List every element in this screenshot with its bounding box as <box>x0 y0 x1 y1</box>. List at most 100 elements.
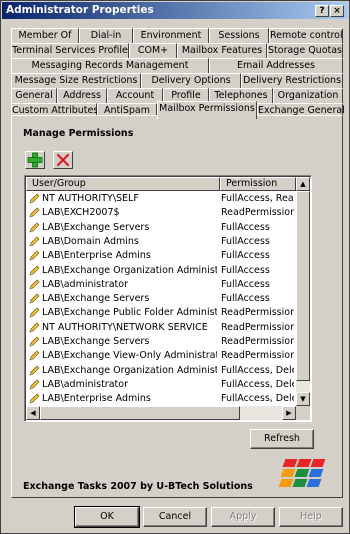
scroll-down-button[interactable]: ▼ <box>296 392 310 406</box>
tab-message-size-restrictions[interactable]: Message Size Restrictions <box>11 73 141 88</box>
list-item[interactable]: NT AUTHORITY\SELF FullAccess, ReadPermiss… <box>26 192 294 206</box>
pencil-icon <box>29 250 40 261</box>
user-group-cell: LAB\Exchange Public Folder Administrator… <box>42 307 217 319</box>
properties-dialog: Administrator Properties ? × Member Of D… <box>0 0 350 534</box>
cancel-button[interactable]: Cancel <box>143 507 207 527</box>
tab-com-plus[interactable]: COM+ <box>129 43 177 58</box>
scroll-left-button[interactable]: ◀ <box>26 406 40 420</box>
user-group-cell: LAB\Exchange Organization Administrators <box>42 364 217 376</box>
tab-account[interactable]: Account <box>107 88 163 103</box>
close-title-button[interactable]: × <box>330 5 344 17</box>
tab-delivery-options[interactable]: Delivery Options <box>141 73 241 88</box>
footer-credit: Exchange Tasks 2007 by U-BTech Solutions <box>23 481 253 492</box>
scroll-up-button[interactable]: ▲ <box>296 177 310 191</box>
vertical-scroll-thumb[interactable] <box>296 191 310 381</box>
list-item[interactable]: LAB\Domain Admins FullAccess <box>26 235 294 249</box>
list-item[interactable]: LAB\Exchange Organization Administrators… <box>26 264 294 278</box>
column-header-user-group[interactable]: User/Group <box>26 177 220 191</box>
tab-email-addresses[interactable]: Email Addresses <box>209 58 343 73</box>
permission-cell: FullAccess, DeleteItem <box>221 393 294 405</box>
pencil-icon <box>29 350 40 361</box>
tab-mailbox-features[interactable]: Mailbox Features <box>177 43 267 58</box>
pencil-icon <box>29 207 40 218</box>
list-item[interactable]: LAB\EXCH2007$ ReadPermission <box>26 206 294 220</box>
list-item[interactable]: LAB\Exchange Organization Administrators… <box>26 364 294 378</box>
vertical-scrollbar[interactable]: ▲ ▼ <box>296 177 310 406</box>
pencil-icon <box>29 379 40 390</box>
pencil-icon <box>29 236 40 247</box>
horizontal-scrollbar[interactable]: ◀ ▶ <box>26 406 296 420</box>
apply-button[interactable]: Apply <box>211 507 275 527</box>
tab-general[interactable]: General <box>11 88 57 103</box>
user-group-cell: LAB\Exchange Servers <box>42 221 150 233</box>
tab-environment[interactable]: Environment <box>133 28 209 43</box>
title-bar: Administrator Properties ? × <box>2 2 348 19</box>
list-item[interactable]: LAB\Exchange Servers FullAccess <box>26 292 294 306</box>
pencil-icon <box>29 307 40 318</box>
red-x-icon <box>56 153 70 167</box>
list-item[interactable]: LAB\Exchange Servers FullAccess <box>26 221 294 235</box>
ok-button[interactable]: OK <box>74 506 140 528</box>
permission-cell: ReadPermission <box>221 207 294 219</box>
column-header-permission[interactable]: Permission <box>220 177 296 191</box>
scrollbar-corner <box>296 406 310 420</box>
permission-cell: ReadPermission <box>221 307 294 319</box>
tab-messaging-records-management[interactable]: Messaging Records Management <box>11 58 209 73</box>
list-item[interactable]: LAB\Exchange Servers ReadPermission <box>26 335 294 349</box>
user-group-cell: NT AUTHORITY\NETWORK SERVICE <box>42 321 208 333</box>
pencil-icon <box>29 293 40 304</box>
list-item[interactable]: LAB\administrator FullAccess, DeleteItem <box>26 378 294 392</box>
list-item[interactable]: LAB\Enterprise Admins FullAccess <box>26 249 294 263</box>
ubtech-logo <box>278 459 326 495</box>
list-item[interactable]: LAB\Exchange View-Only Administrators Rea… <box>26 349 294 363</box>
window-title: Administrator Properties <box>6 4 154 16</box>
user-group-cell: LAB\EXCH2007$ <box>42 207 120 219</box>
tab-delivery-restrictions[interactable]: Delivery Restrictions <box>241 73 343 88</box>
remove-permission-button[interactable] <box>53 151 73 169</box>
user-group-cell: LAB\Exchange View-Only Administrators <box>42 350 217 362</box>
permission-cell: FullAccess <box>221 235 270 247</box>
tab-storage-quotas[interactable]: Storage Quotas <box>267 43 343 58</box>
green-plus-icon <box>27 152 43 168</box>
permission-cell: FullAccess, ReadPermission <box>221 193 294 204</box>
list-item[interactable]: LAB\administrator FullAccess <box>26 278 294 292</box>
help-title-button[interactable]: ? <box>315 5 329 17</box>
tab-member-of[interactable]: Member Of <box>11 28 79 43</box>
manage-permissions-heading: Manage Permissions <box>23 128 134 139</box>
pencil-icon <box>29 193 40 204</box>
permissions-list[interactable]: User/Group Permission NT AUTHORITY\SELF F… <box>24 175 312 422</box>
help-button[interactable]: Help <box>279 507 343 527</box>
tab-terminal-services-profile[interactable]: Terminal Services Profile <box>11 43 129 58</box>
user-group-cell: LAB\administrator <box>42 278 128 290</box>
pencil-icon <box>29 322 40 333</box>
tab-dial-in[interactable]: Dial-in <box>79 28 133 43</box>
refresh-button[interactable]: Refresh <box>250 429 314 449</box>
permission-cell: FullAccess <box>221 221 270 233</box>
user-group-cell: LAB\Exchange Servers <box>42 336 150 347</box>
permission-cell: FullAccess <box>221 278 270 290</box>
user-group-cell: LAB\Enterprise Admins <box>42 250 151 262</box>
permission-cell: FullAccess, DeleteItem <box>221 364 294 376</box>
tab-mailbox-permissions[interactable]: Mailbox Permissions <box>157 101 257 119</box>
user-group-cell: LAB\Enterprise Admins <box>42 393 151 405</box>
user-group-cell: NT AUTHORITY\SELF <box>42 193 139 204</box>
list-item[interactable]: NT AUTHORITY\NETWORK SERVICE ReadPermissi… <box>26 321 294 335</box>
scroll-right-button[interactable]: ▶ <box>282 406 296 420</box>
permission-cell: FullAccess <box>221 264 270 276</box>
pencil-icon <box>29 222 40 233</box>
tab-address[interactable]: Address <box>57 88 107 103</box>
add-permission-button[interactable] <box>25 151 45 169</box>
tab-sessions[interactable]: Sessions <box>209 28 269 43</box>
permission-cell: ReadPermission <box>221 336 294 347</box>
horizontal-scroll-thumb[interactable] <box>40 406 240 420</box>
permission-cell: ReadPermission <box>221 321 294 333</box>
user-group-cell: LAB\Domain Admins <box>42 235 139 247</box>
user-group-cell: LAB\Exchange Servers <box>42 293 150 305</box>
tab-organization[interactable]: Organization <box>273 88 343 103</box>
pencil-icon <box>29 279 40 290</box>
list-item[interactable]: LAB\Exchange Public Folder Administrator… <box>26 306 294 320</box>
permission-cell: FullAccess, DeleteItem <box>221 378 294 390</box>
tab-remote-control[interactable]: Remote control <box>269 28 343 43</box>
pencil-icon <box>29 265 40 276</box>
list-item[interactable]: LAB\Enterprise Admins FullAccess, DeleteI… <box>26 392 294 406</box>
